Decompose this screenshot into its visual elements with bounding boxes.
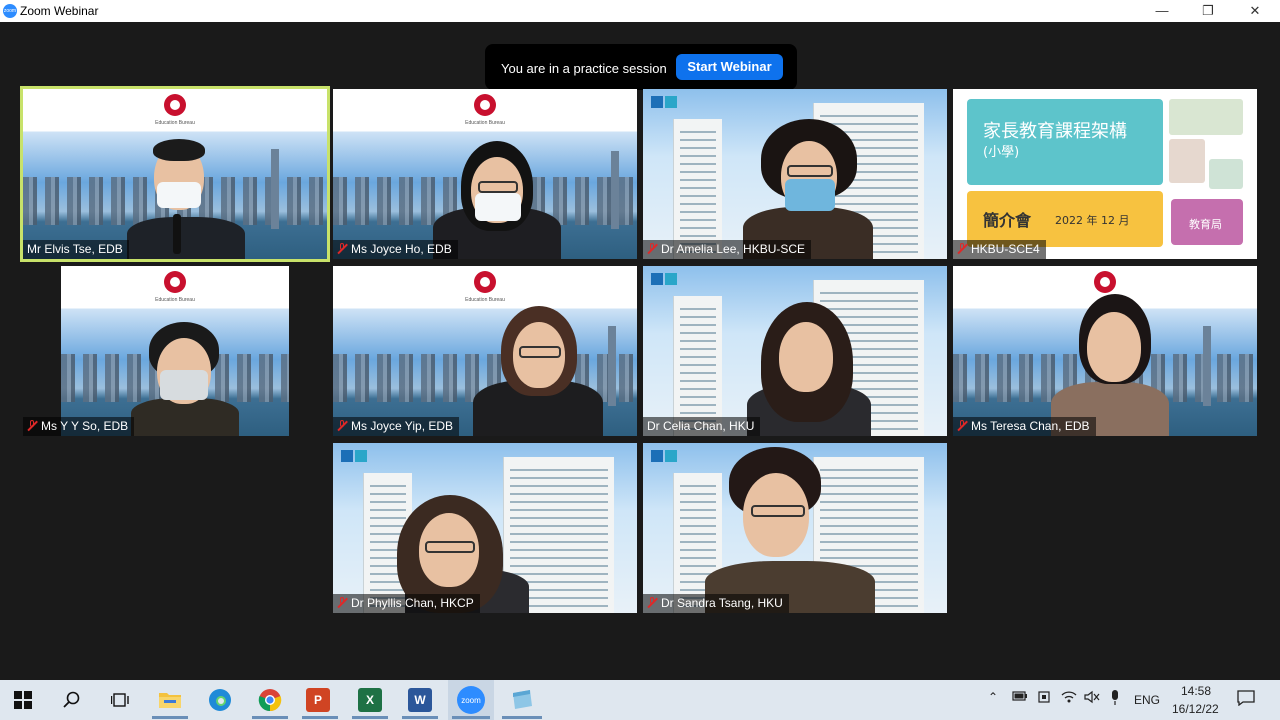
participant-nameplate: Ms Teresa Chan, EDB [953,417,1096,436]
word-icon[interactable]: W [408,688,432,712]
mic-muted-icon [957,243,967,254]
video-tile-7[interactable]: Dr Celia Chan, HKU [643,266,947,436]
zoom-taskbar-icon[interactable]: zoom [457,686,485,714]
slide-date: 2022 年 12 月 [1055,214,1130,227]
file-explorer-icon[interactable] [156,686,184,714]
hkbu-sce-logo-icon [651,95,679,108]
participant-nameplate: Dr Phyllis Chan, HKCP [333,594,480,613]
participant-nameplate: Dr Celia Chan, HKU [643,417,761,436]
hksar-emblem-icon [1094,271,1116,293]
video-tile-1[interactable]: Education Bureau Mr Elvis Tse, EDB [20,86,330,262]
close-button[interactable]: ✕ [1232,0,1278,22]
edge-browser-icon[interactable] [206,686,234,714]
windows-taskbar: P X W zoom ⌃ ENG 14:58 16/12/22 [0,680,1280,720]
video-tile-9[interactable]: Dr Phyllis Chan, HKCP [333,443,637,613]
mic-muted-icon [337,420,347,431]
wifi-icon[interactable] [1061,690,1077,707]
notifications-icon[interactable] [1237,690,1255,709]
minimize-button[interactable]: — [1139,0,1185,22]
excel-icon[interactable]: X [358,688,382,712]
hksar-emblem-icon [474,271,496,293]
video-tile-3[interactable]: Dr Amelia Lee, HKBU-SCE [643,89,947,259]
mic-muted-icon [957,420,967,431]
search-icon[interactable] [58,686,86,714]
task-view-icon[interactable] [106,686,134,714]
edb-caption: Education Bureau [465,120,505,126]
mic-muted-icon [27,420,37,431]
show-hidden-icons-chevron-icon[interactable]: ⌃ [988,690,998,704]
powerpoint-icon[interactable]: P [306,688,330,712]
video-tile-10[interactable]: Dr Sandra Tsang, HKU [643,443,947,613]
windows-start-icon[interactable] [9,686,37,714]
slide-photo [1169,99,1243,135]
zoom-app-icon: zoom [3,4,17,18]
participant-nameplate: Dr Amelia Lee, HKBU-SCE [643,240,812,259]
chrome-browser-icon[interactable] [256,686,284,714]
hkbu-sce-logo-icon [341,449,369,462]
battery-icon[interactable] [1012,690,1028,705]
participant-nameplate: Dr Sandra Tsang, HKU [643,594,789,613]
start-webinar-button[interactable]: Start Webinar [676,54,783,80]
edb-caption: Education Bureau [155,297,195,303]
clock-time[interactable]: 14:58 [1181,684,1211,698]
hkbu-sce-logo-icon [651,449,679,462]
participant-nameplate: HKBU-SCE4 [953,240,1046,259]
slide-org: 教育局 [1189,218,1222,231]
hksar-emblem-icon [164,94,186,116]
hksar-emblem-icon [474,94,496,116]
notes-app-icon[interactable] [508,686,536,714]
participant-nameplate: Ms Joyce Ho, EDB [333,240,458,259]
slide-photo [1169,139,1205,183]
mic-muted-icon [647,597,657,608]
edb-caption: Education Bureau [465,297,505,303]
clock-date[interactable]: 16/12/22 [1172,702,1219,716]
input-language[interactable]: ENG [1134,693,1160,707]
video-tile-6[interactable]: Education Bureau Ms Joyce Yip, EDB [333,266,637,436]
restore-button[interactable]: ❐ [1185,0,1231,22]
shared-slide-tile[interactable]: 家長教育課程架構 (小學) 簡介會 2022 年 12 月 教育局 HKBU-S… [953,89,1257,259]
slide-title: 家長教育課程架構 [983,121,1127,142]
device-icon[interactable] [1037,690,1051,707]
participant-nameplate: Mr Elvis Tse, EDB [23,240,129,259]
volume-muted-icon[interactable] [1084,690,1100,707]
edb-caption: Education Bureau [155,120,195,126]
slide-subtitle: (小學) [983,145,1020,160]
video-tile-8[interactable]: Ms Teresa Chan, EDB [953,266,1257,436]
practice-message: You are in a practice session [501,61,667,76]
slide-label: 簡介會 [983,211,1032,230]
mic-muted-icon [337,597,347,608]
video-tile-5[interactable]: Education Bureau Ms Y Y So, EDB [23,266,327,436]
hksar-emblem-icon [164,271,186,293]
participant-nameplate: Ms Y Y So, EDB [23,417,135,436]
participant-nameplate: Ms Joyce Yip, EDB [333,417,460,436]
mic-muted-icon [647,243,657,254]
mic-muted-icon [337,243,347,254]
microphone-icon[interactable] [1110,690,1120,709]
hkbu-sce-logo-icon [651,272,679,285]
window-titlebar: zoom Zoom Webinar — ❐ ✕ [0,0,1280,22]
window-title: Zoom Webinar [20,4,99,18]
slide-photo [1209,159,1243,189]
video-tile-2[interactable]: Education Bureau Ms Joyce Ho, EDB [333,89,637,259]
practice-session-banner: You are in a practice session Start Webi… [485,44,797,90]
